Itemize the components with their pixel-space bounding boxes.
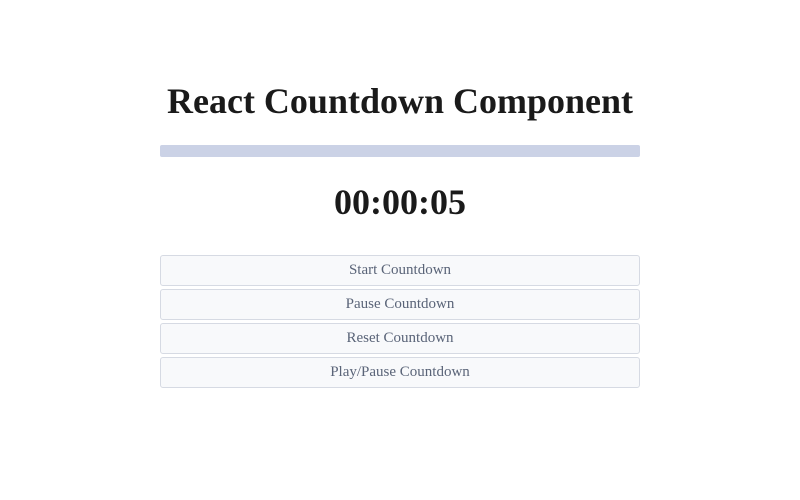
toggle-button[interactable]: Play/Pause Countdown bbox=[160, 357, 640, 388]
start-button[interactable]: Start Countdown bbox=[160, 255, 640, 286]
button-group: Start Countdown Pause Countdown Reset Co… bbox=[160, 255, 640, 388]
progress-bar bbox=[160, 145, 640, 157]
reset-button[interactable]: Reset Countdown bbox=[160, 323, 640, 354]
countdown-display: 00:00:05 bbox=[334, 181, 466, 223]
countdown-container: React Countdown Component 00:00:05 Start… bbox=[160, 80, 640, 388]
page-title: React Countdown Component bbox=[167, 80, 633, 123]
pause-button[interactable]: Pause Countdown bbox=[160, 289, 640, 320]
